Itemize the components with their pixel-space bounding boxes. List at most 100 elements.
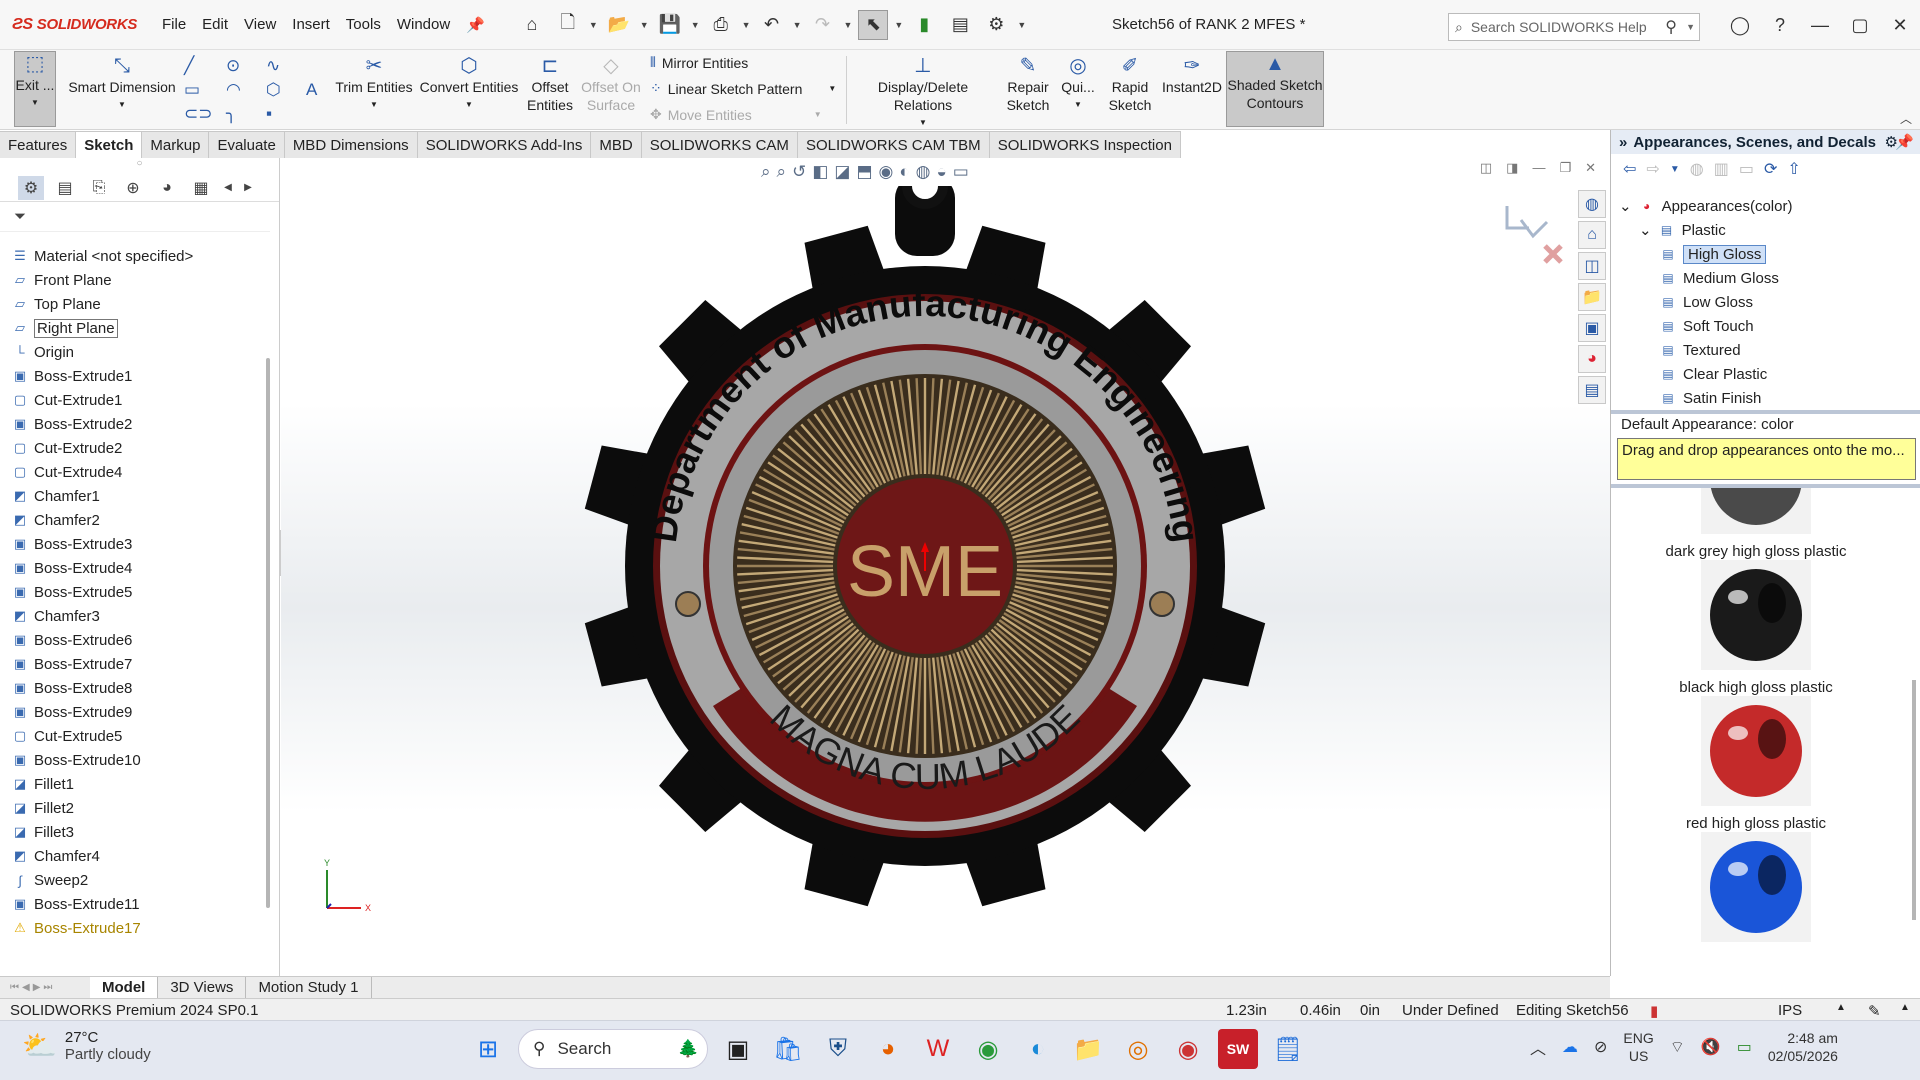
chevron-up-icon[interactable]: ▲ [1836,1002,1846,1013]
appearance-tree-item[interactable]: ▤ Satin Finish [1611,386,1920,410]
pin-pane-icon[interactable]: 📌 [1895,133,1914,151]
tree-item[interactable]: ▣ Boss-Extrude8 [0,676,265,700]
search-icon[interactable]: ⚲ [1665,17,1677,37]
display-style-icon[interactable]: ◉ [879,162,894,182]
tree-item[interactable]: ▣ Boss-Extrude10 [0,748,265,772]
edit-appearance-icon[interactable]: ◍ [916,162,931,182]
tree-item[interactable]: ◪ Fillet3 [0,820,265,844]
tree-item[interactable]: ▣ Boss-Extrude3 [0,532,265,556]
microsoft-store-icon[interactable]: 🛍 [768,1029,808,1069]
feature-tree-scrollbar[interactable] [266,358,270,908]
tab-evaluate[interactable]: Evaluate [209,131,285,158]
tree-item[interactable]: ▱ Front Plane [0,268,265,292]
confirmation-corner[interactable] [1499,198,1569,268]
refresh-icon[interactable]: ⟳ [1764,159,1777,179]
circle-icon[interactable]: ⊙ [226,56,240,76]
panel-grip[interactable]: ○ [0,158,279,174]
appearance-tree-item[interactable]: ▤ Medium Gloss [1611,266,1920,290]
configurationmanager-icon[interactable]: ⎘ [86,176,112,200]
appearance-swatch[interactable]: dark grey high gloss plastic [1611,488,1901,562]
close-button[interactable]: ✕ [1880,15,1920,36]
tree-item[interactable]: ▣ Boss-Extrude7 [0,652,265,676]
appearance-swatch[interactable] [1611,832,1901,950]
user-account-icon[interactable]: ◯ [1720,15,1760,36]
select-cursor-icon[interactable]: ⬉ [858,9,889,40]
tree-item[interactable]: ⚠ Boss-Extrude17 [0,916,265,940]
first-tab-icon[interactable]: ⏮ [10,982,19,993]
help-icon[interactable]: ? [1760,15,1800,36]
tree-item[interactable]: ▢ Cut-Extrude5 [0,724,265,748]
arc-icon[interactable]: ◠ [226,80,241,100]
rebuild-indicator-icon[interactable]: ▮ [1650,1002,1658,1020]
redo-icon[interactable]: ↷ [807,10,837,40]
rapid-sketch-button[interactable]: ✐ Rapid Sketch [1104,54,1156,114]
windows-start-icon[interactable]: ⊞ [468,1029,508,1069]
prev-tab-icon[interactable]: ◀ [22,982,30,993]
task-view-icon[interactable]: ▣ [718,1029,758,1069]
menu-tools[interactable]: Tools [338,16,389,34]
hide-show-items-icon[interactable]: ◐ [899,162,909,182]
tab-features[interactable]: Features [0,131,77,158]
chevron-down-icon[interactable]: ▼ [1017,20,1026,30]
battery-icon[interactable]: ▭ [1737,1037,1752,1057]
text-icon[interactable]: A [306,80,317,100]
tree-filter[interactable]: ⏷ [0,202,270,232]
linear-sketch-pattern-button[interactable]: ⁘ Linear Sketch Pattern ▼ [650,80,836,97]
collapse-pane-icon[interactable]: » [1619,134,1627,151]
shaded-sketch-contours-button[interactable]: ▲ Shaded Sketch Contours [1226,51,1324,127]
viewport-restore-icon[interactable]: ❐ [1559,160,1571,176]
up-one-level-icon[interactable]: ⇧ [1787,159,1800,179]
tree-item[interactable]: ◩ Chamfer1 [0,484,265,508]
appearance-tree-item[interactable]: ▤ Textured [1611,338,1920,362]
solidworks-app-icon[interactable]: SW [1218,1029,1258,1069]
tab-motion-study-1[interactable]: Motion Study 1 [246,977,372,998]
edge-icon[interactable]: ◐ [1018,1029,1058,1069]
options-gear-icon[interactable]: ⚙ [981,10,1011,40]
undo-icon[interactable]: ↶ [757,10,787,40]
tab-3d-views[interactable]: 3D Views [158,977,247,998]
new-document-icon[interactable]: 🗋 [553,10,583,40]
file-properties-icon[interactable]: ▤ [945,10,975,40]
forward-icon[interactable]: ⇨ [1646,159,1659,179]
tab-solidworks-cam[interactable]: SOLIDWORKS CAM [641,131,798,158]
expand-chevron-icon[interactable]: ⌄ [1639,221,1652,239]
tree-item[interactable]: ▱ Top Plane [0,292,265,316]
appearance-tree-item[interactable]: ▤ Low Gloss [1611,290,1920,314]
tree-item[interactable]: ◩ Chamfer4 [0,844,265,868]
tree-item[interactable]: ▣ Boss-Extrude6 [0,628,265,652]
firefox-icon[interactable]: ◕ [868,1029,908,1069]
tab-model[interactable]: Model [90,977,159,998]
home-tab-icon[interactable]: ⌂ [1578,221,1606,249]
menu-view[interactable]: View [236,16,284,34]
quick-snaps-button[interactable]: ◎ Qui... ▼ [1058,54,1098,114]
tab-solidworks-cam-tbm[interactable]: SOLIDWORKS CAM TBM [797,131,990,158]
propertymanager-icon[interactable]: ▤ [52,176,78,200]
language-indicator[interactable]: ENG US [1623,1029,1653,1065]
section-view-icon[interactable]: ◧ [812,162,828,182]
tree-item[interactable]: ▣ Boss-Extrude11 [0,892,265,916]
appearances-icon[interactable]: ◕ [1578,345,1606,373]
tree-item[interactable]: ▣ Boss-Extrude9 [0,700,265,724]
tab-markup[interactable]: Markup [142,131,210,158]
custom-properties-icon[interactable]: ▤ [1578,376,1606,404]
chrome-profile-icon[interactable]: ◉ [1168,1029,1208,1069]
wps-office-icon[interactable]: W [918,1029,958,1069]
wifi-icon[interactable]: ⌔ [1670,1037,1685,1057]
last-tab-icon[interactable]: ⏭ [43,982,52,993]
dimxpert-icon[interactable]: ⊕ [120,176,146,200]
tab-mbd-dimensions[interactable]: MBD Dimensions [284,131,418,158]
smart-dimension-button[interactable]: ⤡ Smart Dimension ▼ [66,54,178,114]
chevron-down-icon[interactable]: ▼ [894,20,903,30]
tree-item[interactable]: ▣ Boss-Extrude1 [0,364,265,388]
medal-model[interactable]: SME Department of Manufacturing Engineer… [545,186,1305,946]
customize-status-icon[interactable]: ✎ [1868,1002,1881,1020]
file-explorer-icon[interactable]: 📁 [1068,1029,1108,1069]
add-location-icon[interactable]: ▥ [1714,159,1729,179]
cam-tree-icon[interactable]: ▦ [188,176,214,200]
tree-item[interactable]: ▢ Cut-Extrude2 [0,436,265,460]
appearance-tree-item[interactable]: ▤ High Gloss [1611,242,1920,266]
viewport-close-icon[interactable]: ✕ [1585,160,1596,176]
menu-window[interactable]: Window [389,16,458,34]
file-explorer-icon[interactable]: 📁 [1578,283,1606,311]
mirror-entities-button[interactable]: ⫴ Mirror Entities [650,54,748,71]
